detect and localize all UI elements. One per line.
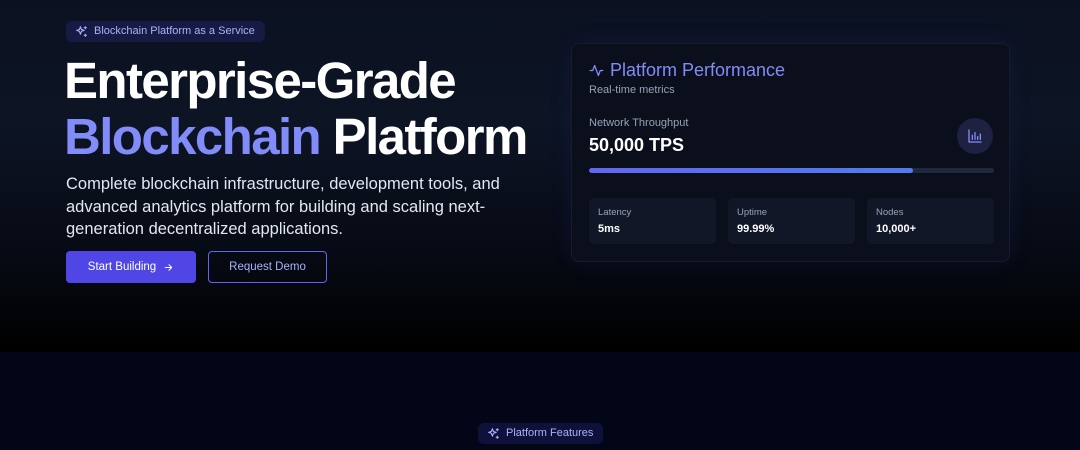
stat-value: 5ms bbox=[598, 223, 621, 235]
stat-label: Nodes bbox=[876, 207, 904, 218]
service-badge-label: Blockchain Platform as a Service bbox=[94, 25, 255, 37]
hero-section: Blockchain Platform as a Service Enterpr… bbox=[0, 0, 1080, 352]
throughput-progress-fill bbox=[589, 168, 913, 173]
performance-card: Platform Performance Real-time metrics N… bbox=[571, 43, 1010, 262]
hero-headline: Enterprise-Grade Blockchain Platform bbox=[64, 53, 564, 165]
request-demo-label: Request Demo bbox=[229, 261, 306, 273]
stat-label: Latency bbox=[598, 207, 632, 218]
card-title: Platform Performance bbox=[589, 60, 785, 81]
throughput-label: Network Throughput bbox=[589, 117, 689, 129]
throughput-progress bbox=[589, 168, 994, 173]
sparkles-icon bbox=[488, 428, 499, 439]
headline-rest: Platform bbox=[320, 108, 529, 165]
stat-value: 99.99% bbox=[737, 223, 775, 235]
start-building-label: Start Building bbox=[87, 261, 157, 273]
arrow-right-icon bbox=[164, 263, 173, 271]
start-building-button[interactable]: Start Building bbox=[66, 251, 196, 283]
stat-value: 10,000+ bbox=[876, 223, 917, 235]
card-title-label: Platform Performance bbox=[610, 60, 786, 80]
headline-accent: Blockchain bbox=[64, 108, 322, 165]
activity-icon bbox=[589, 64, 604, 77]
stat-label: Uptime bbox=[737, 207, 768, 218]
service-badge: Blockchain Platform as a Service bbox=[66, 21, 265, 42]
hero-description: Complete blockchain infrastructure, deve… bbox=[66, 175, 500, 238]
stat-uptime: Uptime 99.99% bbox=[728, 198, 855, 244]
stat-latency: Latency 5ms bbox=[589, 198, 716, 244]
headline-line1: Enterprise-Grade bbox=[64, 52, 457, 109]
card-subtitle: Real-time metrics bbox=[589, 84, 675, 96]
chart-button[interactable] bbox=[957, 118, 993, 154]
stat-nodes: Nodes 10,000+ bbox=[867, 198, 994, 244]
features-badge-label: Platform Features bbox=[506, 427, 594, 439]
request-demo-button[interactable]: Request Demo bbox=[208, 251, 327, 283]
features-badge: Platform Features bbox=[478, 423, 604, 444]
bar-chart-icon bbox=[968, 129, 982, 143]
sparkles-icon bbox=[76, 26, 87, 37]
throughput-value: 50,000 TPS bbox=[589, 135, 685, 155]
